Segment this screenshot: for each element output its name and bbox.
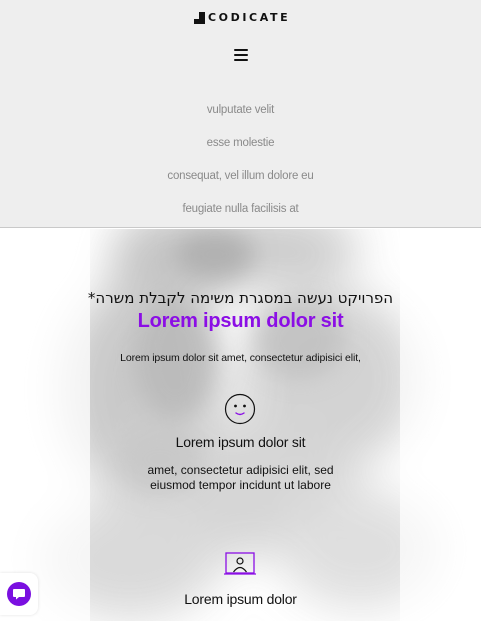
smiley-face-icon xyxy=(224,393,256,425)
site-header: CODICATE vulputate velit esse molestie c… xyxy=(0,0,481,228)
feature-description: amet, consectetur adipisici elit, sed ei… xyxy=(147,463,334,492)
chat-widget xyxy=(0,573,38,615)
logo-mark-icon xyxy=(194,11,205,24)
brand-logo[interactable]: CODICATE xyxy=(194,11,290,24)
nav-item-vulputate-velit[interactable]: vulputate velit xyxy=(207,101,275,134)
person-screen-icon xyxy=(224,552,256,575)
chat-bubble-icon xyxy=(13,589,25,600)
hero-content: הפרויקט נעשה במסגרת משימה לקבלת משרה* Lo… xyxy=(0,229,481,621)
hero-subtitle: Lorem ipsum dolor sit amet, consectetur … xyxy=(120,352,361,364)
chat-button[interactable] xyxy=(7,582,31,606)
hamburger-line xyxy=(234,58,248,61)
hero-title: Lorem ipsum dolor sit xyxy=(137,310,344,332)
feature-title: Lorem ipsum dolor sit xyxy=(175,434,306,450)
nav-item-consequat[interactable]: consequat, vel illum dolore eu xyxy=(167,167,313,200)
feature-title: Lorem ipsum dolor xyxy=(184,591,297,607)
hamburger-line xyxy=(234,49,248,52)
menu-toggle-button[interactable] xyxy=(234,48,248,62)
brand-name: CODICATE xyxy=(208,11,291,24)
nav-item-esse-molestie[interactable]: esse molestie xyxy=(207,134,275,167)
hamburger-line xyxy=(234,53,248,57)
hebrew-note: הפרויקט נעשה במסגרת משימה לקבלת משרה* xyxy=(87,289,394,307)
main-nav: vulputate velit esse molestie consequat,… xyxy=(0,101,481,233)
hero-section: הפרויקט נעשה במסגרת משימה לקבלת משרה* Lo… xyxy=(0,229,481,621)
